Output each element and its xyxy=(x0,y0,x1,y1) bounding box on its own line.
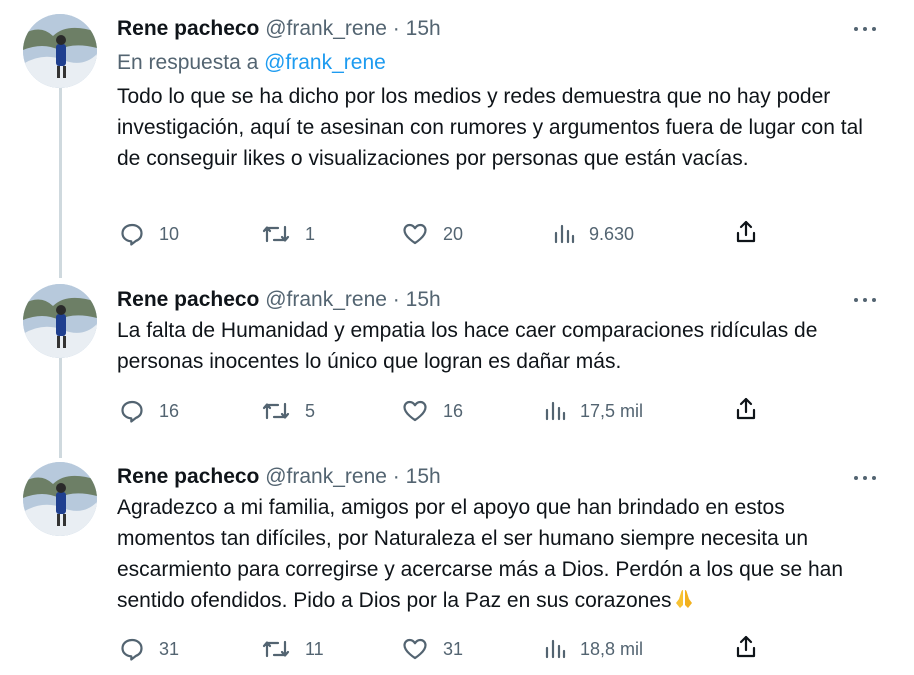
reply-count: 10 xyxy=(159,223,180,244)
tweet-header: Rene pacheco @frank_rene · 15h xyxy=(117,287,884,313)
tweet[interactable]: Rene pacheco @frank_rene · 15h La falta … xyxy=(0,278,914,448)
views-icon xyxy=(545,401,566,421)
reply-button[interactable]: 31 xyxy=(119,634,179,664)
share-button[interactable] xyxy=(734,634,758,665)
retweet-icon xyxy=(262,225,290,243)
tweet-text: Agradezco a mi familia, amigos por el ap… xyxy=(117,496,844,612)
heart-icon xyxy=(403,223,427,245)
like-button[interactable]: 31 xyxy=(401,634,463,664)
user-handle[interactable]: @frank_rene xyxy=(265,288,387,311)
tweet-actions: 16 5 16 17,5 mil xyxy=(117,396,764,426)
separator-dot: · xyxy=(392,465,400,488)
avatar-photo xyxy=(23,14,97,88)
tweet-actions: 31 11 31 18,8 mil xyxy=(117,634,764,664)
tweet-text: Todo lo que se ha dicho por los medios y… xyxy=(117,85,863,170)
view-count: 17,5 mil xyxy=(580,400,644,421)
retweet-icon xyxy=(262,640,290,658)
views-button[interactable]: 9.630 xyxy=(553,219,634,249)
heart-icon xyxy=(403,638,427,660)
tweet[interactable]: Rene pacheco @frank_rene · 15h Agradezco… xyxy=(0,458,914,675)
retweet-button[interactable]: 11 xyxy=(261,634,324,664)
retweet-count: 5 xyxy=(305,400,316,421)
reply-count: 16 xyxy=(159,400,180,421)
like-button[interactable]: 16 xyxy=(401,396,463,426)
like-count: 31 xyxy=(443,638,464,659)
tweet[interactable]: Rene pacheco @frank_rene · 15h En respue… xyxy=(0,0,914,270)
display-name[interactable]: Rene pacheco xyxy=(117,465,259,488)
avatar[interactable] xyxy=(23,14,97,88)
share-icon xyxy=(736,220,756,243)
folded-hands-icon xyxy=(672,585,696,616)
retweet-button[interactable]: 1 xyxy=(261,219,315,249)
views-icon xyxy=(545,639,566,659)
separator-dot: · xyxy=(392,17,400,40)
share-button[interactable] xyxy=(734,396,758,427)
more-options-icon[interactable] xyxy=(854,474,878,482)
timestamp[interactable]: 15h xyxy=(406,288,441,311)
reply-icon xyxy=(121,638,143,661)
share-icon xyxy=(736,635,756,658)
heart-icon xyxy=(403,400,427,422)
avatar-photo xyxy=(23,462,97,536)
like-count: 16 xyxy=(443,400,464,421)
timestamp[interactable]: 15h xyxy=(406,17,441,40)
retweet-button[interactable]: 5 xyxy=(261,396,315,426)
retweet-icon xyxy=(262,402,290,420)
reply-mention-link[interactable]: @frank_rene xyxy=(264,51,386,74)
display-name[interactable]: Rene pacheco xyxy=(117,288,259,311)
avatar-photo xyxy=(23,284,97,358)
avatar[interactable] xyxy=(23,462,97,536)
separator-dot: · xyxy=(392,288,400,311)
user-handle[interactable]: @frank_rene xyxy=(265,465,387,488)
views-button[interactable]: 18,8 mil xyxy=(544,634,643,664)
tweet-text: La falta de Humanidad y empatia los hace… xyxy=(117,319,818,373)
reply-count: 31 xyxy=(159,638,180,659)
reply-prefix: En respuesta a xyxy=(117,51,259,74)
view-count: 9.630 xyxy=(589,223,635,244)
more-options-icon[interactable] xyxy=(854,296,878,304)
reply-button[interactable]: 10 xyxy=(119,219,179,249)
view-count: 18,8 mil xyxy=(580,638,644,659)
tweet-text-container: Agradezco a mi familia, amigos por el ap… xyxy=(117,492,884,616)
reply-icon xyxy=(121,400,143,423)
tweet-actions: 10 1 20 9.630 xyxy=(117,219,764,249)
tweet-header: Rene pacheco @frank_rene · 15h xyxy=(117,16,884,42)
like-count: 20 xyxy=(443,223,464,244)
views-button[interactable]: 17,5 mil xyxy=(544,396,643,426)
share-icon xyxy=(736,397,756,420)
display-name[interactable]: Rene pacheco xyxy=(117,17,259,40)
more-options-icon[interactable] xyxy=(854,25,878,33)
reply-button[interactable]: 16 xyxy=(119,396,179,426)
tweet-header: Rene pacheco @frank_rene · 15h xyxy=(117,464,884,490)
share-button[interactable] xyxy=(734,219,758,250)
timestamp[interactable]: 15h xyxy=(406,465,441,488)
views-icon xyxy=(554,224,575,244)
user-handle[interactable]: @frank_rene xyxy=(265,17,387,40)
retweet-count: 1 xyxy=(305,223,316,244)
retweet-count: 11 xyxy=(305,638,324,659)
reply-context: En respuesta a @frank_rene xyxy=(117,50,884,76)
like-button[interactable]: 20 xyxy=(401,219,463,249)
reply-icon xyxy=(121,223,143,246)
avatar[interactable] xyxy=(23,284,97,358)
